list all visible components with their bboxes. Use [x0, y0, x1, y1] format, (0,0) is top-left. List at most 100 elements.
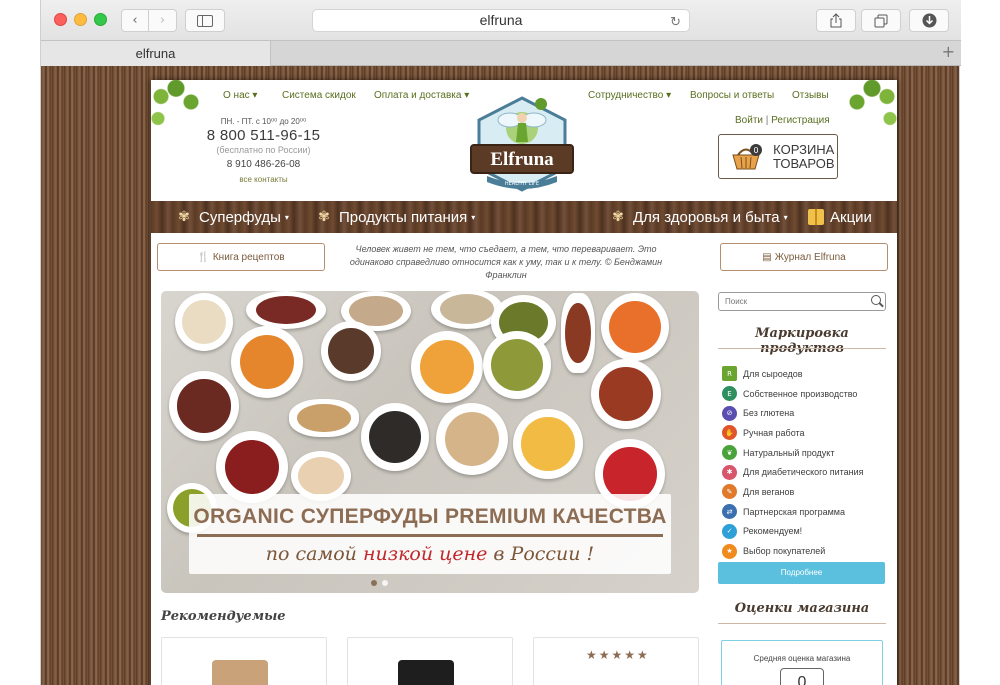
menu-food-products[interactable]: ✾ Продукты питания ▾	[315, 201, 475, 233]
cart-label-line2: ТОВАРОВ	[773, 155, 835, 171]
working-hours: ПН. - ПТ. с 10⁰⁰ до 20⁰⁰	[220, 117, 307, 126]
topnav-label: О нас	[223, 90, 250, 101]
tab-bar: elfruna +	[41, 40, 961, 66]
basket-icon: 0	[732, 143, 762, 169]
header-contacts: ПН. - ПТ. с 10⁰⁰ до 20⁰⁰ 8 800 511-96-15…	[206, 117, 321, 184]
address-text: elfruna	[479, 12, 523, 28]
share-icon	[830, 13, 842, 28]
sidebar-toggle-button[interactable]	[185, 9, 225, 32]
food-bowl-image	[175, 293, 233, 351]
banner-subline-accent: низкой цене	[362, 543, 488, 565]
tab-elfruna[interactable]: elfruna	[41, 41, 271, 66]
slider-dot[interactable]	[371, 580, 377, 586]
main-menu: ✾ Суперфуды ▾ ✾ Продукты питания ▾ ✾ Для…	[151, 201, 897, 233]
promo-banner-slider[interactable]: ORGANIC СУПЕРФУДЫ PREMIUM КАЧЕСТВА по са…	[161, 291, 699, 593]
food-bowl-image	[216, 431, 288, 503]
auth-links: Войти | Регистрация	[735, 115, 830, 126]
marking-item[interactable]: ✱ Для диабетического питания	[722, 462, 886, 482]
food-bowl-image	[321, 321, 381, 381]
menu-promotions[interactable]: Акции	[808, 201, 872, 233]
phone-main-note: (бесплатно по России)	[216, 145, 311, 155]
topnav-cooperation[interactable]: Сотрудничество ▾	[588, 90, 671, 101]
marking-item[interactable]: ✓ Рекомендуем!	[722, 522, 886, 542]
gift-icon	[808, 209, 824, 225]
chevron-right-icon: ›	[159, 13, 166, 28]
banner-divider	[197, 534, 663, 537]
product-image	[212, 660, 268, 685]
marking-label: Партнерская программа	[743, 506, 845, 517]
new-tab-button[interactable]: +	[942, 42, 955, 61]
chevron-down-icon: ▾	[284, 212, 289, 222]
register-link[interactable]: Регистрация	[771, 115, 829, 126]
natural-product-icon: ❦	[722, 445, 737, 461]
more-details-button[interactable]: Подробнее	[718, 562, 885, 584]
zoom-window-button[interactable]	[94, 13, 107, 26]
show-tabs-button[interactable]	[861, 9, 901, 32]
elfruna-logo[interactable]: Elfruna HEALTHY LIFE	[465, 90, 579, 208]
address-bar[interactable]: elfruna ↻	[312, 9, 690, 32]
marking-list: R Для сыроедов E Собственное производство …	[722, 364, 886, 561]
cart-count: 0	[753, 146, 758, 155]
marking-item[interactable]: ★ Выбор покупателей	[722, 541, 886, 561]
marking-item[interactable]: ✎ Для веганов	[722, 482, 886, 502]
recipes-book-label: Книга рецептов	[212, 251, 285, 263]
login-link[interactable]: Войти	[735, 115, 763, 126]
slider-dot[interactable]	[382, 580, 388, 586]
marking-divider	[718, 348, 886, 349]
wheat-icon: ✾	[318, 209, 330, 225]
chevron-down-icon: ▾	[783, 212, 788, 222]
cart-button[interactable]: 0 КОРЗИНА ТОВАРОВ	[718, 134, 838, 179]
share-button[interactable]	[816, 9, 856, 32]
topnav-faq[interactable]: Вопросы и ответы	[690, 90, 774, 101]
marking-item[interactable]: ⇄ Партнерская программа	[722, 502, 886, 522]
food-bowl-image	[591, 359, 661, 429]
topnav-payment-delivery[interactable]: Оплата и доставка ▾	[374, 90, 469, 101]
wheat-icon: ✾	[612, 209, 624, 225]
food-bowl-image	[561, 293, 595, 373]
logo-tagline: HEALTHY LIFE	[505, 181, 539, 187]
auth-separator: |	[765, 115, 769, 126]
browser-titlebar: ‹ › elfruna ↻	[41, 0, 961, 40]
close-window-button[interactable]	[54, 13, 67, 26]
phone-main[interactable]: 8 800 511-96-15	[206, 127, 321, 144]
recipes-book-button[interactable]: 🍴 Книга рецептов	[157, 243, 325, 271]
forward-button[interactable]: ›	[149, 9, 177, 32]
journal-button[interactable]: ▤ Журнал Elfruna	[720, 243, 888, 271]
topnav-reviews[interactable]: Отзывы	[792, 90, 829, 101]
topnav-about[interactable]: О нас ▾	[223, 90, 257, 101]
marking-item[interactable]: ⊘ Без глютена	[722, 403, 886, 423]
gluten-free-icon: ⊘	[722, 405, 737, 421]
menu-superfoods[interactable]: ✾ Суперфуды ▾	[175, 201, 289, 233]
marking-item[interactable]: R Для сыроедов	[722, 364, 886, 384]
topnav-label: Сотрудничество	[588, 90, 664, 101]
food-bowl-image	[483, 331, 551, 399]
menu-health-home[interactable]: ✾ Для здоровья и быта ▾	[609, 201, 788, 233]
marking-label: Натуральный продукт	[743, 447, 835, 458]
product-card[interactable]	[347, 637, 513, 685]
vegan-icon: ✎	[722, 484, 737, 500]
marking-label: Для веганов	[743, 486, 795, 497]
sidebar-icon	[197, 14, 213, 27]
search-placeholder: Поиск	[725, 297, 748, 306]
minimize-window-button[interactable]	[74, 13, 87, 26]
product-card[interactable]	[161, 637, 327, 685]
back-button[interactable]: ‹	[121, 9, 149, 32]
downloads-button[interactable]	[909, 9, 949, 32]
recommended-icon: ✓	[722, 523, 737, 539]
product-card[interactable]: ★★★★★	[533, 637, 699, 685]
rating-stars: ★★★★★	[586, 648, 650, 662]
banner-subline-post: в России !	[487, 543, 595, 565]
marking-item[interactable]: E Собственное производство	[722, 384, 886, 404]
marking-item[interactable]: ❦ Натуральный продукт	[722, 443, 886, 463]
reload-icon[interactable]: ↻	[670, 12, 681, 33]
browser-window: ‹ › elfruna ↻ elfruna + О нас ▾ Система …	[40, 0, 961, 685]
phone-second[interactable]: 8 910 486-26-08	[206, 159, 321, 170]
topnav-discounts[interactable]: Система скидок	[282, 90, 356, 101]
all-contacts-link[interactable]: все контакты	[206, 175, 321, 184]
food-bowl-image	[601, 293, 669, 361]
search-icon[interactable]	[871, 295, 881, 305]
buyers-choice-icon: ★	[722, 543, 737, 559]
marking-item[interactable]: ✋ Ручная работа	[722, 423, 886, 443]
search-input[interactable]: Поиск	[718, 292, 886, 311]
recommended-heading: Рекомендуемые	[161, 609, 286, 624]
